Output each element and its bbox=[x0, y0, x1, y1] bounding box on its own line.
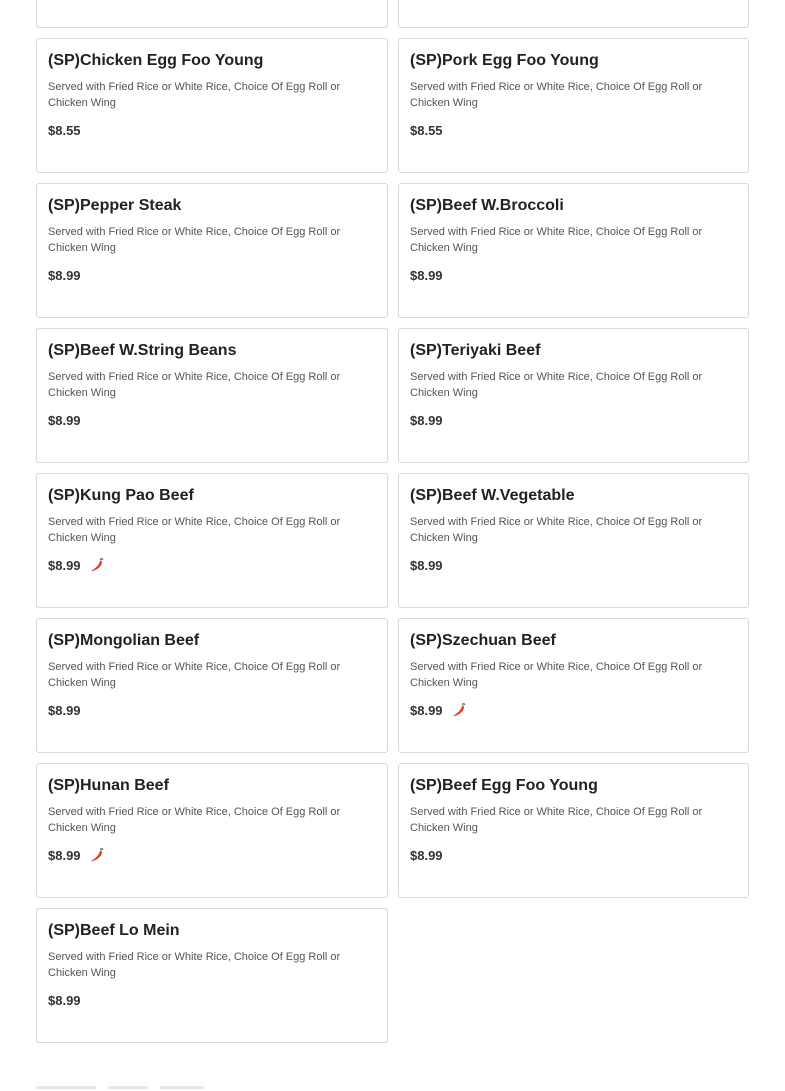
menu-item-card[interactable]: (SP)Mongolian Beef Served with Fried Ric… bbox=[36, 618, 388, 753]
footer-partial bbox=[36, 1086, 236, 1091]
menu-item-description: Served with Fried Rice or White Rice, Ch… bbox=[410, 661, 703, 689]
menu-item-description: Served with Fried Rice or White Rice, Ch… bbox=[48, 226, 341, 254]
menu-item-price-row: $8.99 bbox=[48, 267, 376, 283]
chili-pepper-icon bbox=[451, 702, 467, 718]
menu-item-name: (SP)Kung Pao Beef bbox=[48, 487, 194, 504]
menu-item-price-row: $8.99 bbox=[410, 267, 737, 283]
menu-item-price: $8.99 bbox=[48, 412, 81, 428]
menu-item-price: $8.99 bbox=[48, 557, 81, 573]
menu-item-description: Served with Fried Rice or White Rice, Ch… bbox=[48, 951, 341, 979]
menu-item-card[interactable]: (SP)Pepper Steak Served with Fried Rice … bbox=[36, 183, 388, 318]
menu-item-price-row: $8.55 bbox=[410, 122, 737, 138]
menu-item-price: $8.99 bbox=[410, 412, 443, 428]
menu-item-name: (SP)Beef W.String Beans bbox=[48, 342, 237, 359]
menu-item-name: (SP)Beef Lo Mein bbox=[48, 922, 180, 939]
menu-item-name: (SP)Chicken Egg Foo Young bbox=[48, 52, 264, 69]
menu-item-card[interactable]: (SP)Pork Egg Foo Young Served with Fried… bbox=[398, 38, 749, 173]
menu-item-description: Served with Fried Rice or White Rice, Ch… bbox=[410, 81, 703, 109]
menu-item-price: $8.55 bbox=[48, 122, 81, 138]
menu-item-card[interactable]: Served with Fried Rice or White Rice, Ch… bbox=[398, 0, 749, 28]
menu-item-description: Served with Fried Rice or White Rice, Ch… bbox=[410, 516, 703, 544]
menu-item-price-row: $8.99 bbox=[48, 992, 376, 1008]
menu-item-price-row: $8.99 bbox=[410, 557, 737, 573]
menu-item-price-row: $8.99 bbox=[48, 702, 376, 718]
menu-item-card[interactable]: Served with Fried Rice or White Rice, Ch… bbox=[36, 0, 388, 28]
menu-item-description: Served with Fried Rice or White Rice, Ch… bbox=[48, 81, 341, 109]
menu-item-name: (SP)Beef W.Broccoli bbox=[410, 197, 564, 214]
menu-item-name: (SP)Hunan Beef bbox=[48, 777, 169, 794]
menu-item-price: $8.99 bbox=[410, 702, 443, 718]
menu-item-price-row: $8.99 bbox=[410, 847, 737, 863]
menu-item-price: $8.99 bbox=[48, 992, 81, 1008]
menu-item-price-row: $8.99 bbox=[48, 847, 376, 863]
menu-item-name: (SP)Beef Egg Foo Young bbox=[410, 777, 598, 794]
menu-item-price-row: $8.99 bbox=[48, 557, 376, 573]
menu-item-description: Served with Fried Rice or White Rice, Ch… bbox=[410, 806, 703, 834]
menu-item-description: Served with Fried Rice or White Rice, Ch… bbox=[48, 661, 341, 689]
menu-item-price: $8.55 bbox=[410, 122, 443, 138]
menu-item-price: $8.99 bbox=[48, 847, 81, 863]
menu-item-price: $8.99 bbox=[48, 702, 81, 718]
menu-item-price-row: $8.55 bbox=[48, 122, 376, 138]
menu-item-description: Served with Fried Rice or White Rice, Ch… bbox=[48, 371, 341, 399]
menu-item-card[interactable]: (SP)Beef Egg Foo Young Served with Fried… bbox=[398, 763, 749, 898]
menu-item-card[interactable]: (SP)Beef W.Broccoli Served with Fried Ri… bbox=[398, 183, 749, 318]
chili-pepper-icon bbox=[89, 847, 105, 863]
menu-item-price-row: $8.99 bbox=[410, 702, 737, 718]
menu-item-description: Served with Fried Rice or White Rice, Ch… bbox=[48, 806, 341, 834]
menu-item-price: $8.99 bbox=[48, 267, 81, 283]
menu-item-description: Served with Fried Rice or White Rice, Ch… bbox=[410, 371, 703, 399]
menu-item-card[interactable]: (SP)Szechuan Beef Served with Fried Rice… bbox=[398, 618, 749, 753]
menu-item-card[interactable]: (SP)Kung Pao Beef Served with Fried Rice… bbox=[36, 473, 388, 608]
menu-item-card[interactable]: (SP)Beef W.String Beans Served with Frie… bbox=[36, 328, 388, 463]
menu-item-name: (SP)Szechuan Beef bbox=[410, 632, 556, 649]
menu-item-price-row: $8.99 bbox=[48, 412, 376, 428]
menu-item-description: Served with Fried Rice or White Rice, Ch… bbox=[48, 516, 341, 544]
menu-item-name: (SP)Beef W.Vegetable bbox=[410, 487, 575, 504]
menu-item-card[interactable]: (SP)Teriyaki Beef Served with Fried Rice… bbox=[398, 328, 749, 463]
menu-item-card[interactable]: (SP)Chicken Egg Foo Young Served with Fr… bbox=[36, 38, 388, 173]
menu-item-name: (SP)Pork Egg Foo Young bbox=[410, 52, 599, 69]
menu-item-price: $8.99 bbox=[410, 267, 443, 283]
menu-items-grid: Served with Fried Rice or White Rice, Ch… bbox=[36, 0, 749, 1043]
chili-pepper-icon bbox=[89, 557, 105, 573]
menu-item-description: Served with Fried Rice or White Rice, Ch… bbox=[410, 226, 703, 254]
menu-item-price: $8.99 bbox=[410, 847, 443, 863]
menu-item-card[interactable]: (SP)Beef Lo Mein Served with Fried Rice … bbox=[36, 908, 388, 1043]
menu-item-name: (SP)Mongolian Beef bbox=[48, 632, 200, 649]
menu-item-card[interactable]: (SP)Beef W.Vegetable Served with Fried R… bbox=[398, 473, 749, 608]
menu-item-price-row: $8.99 bbox=[410, 412, 737, 428]
menu-item-name: (SP)Pepper Steak bbox=[48, 197, 182, 214]
menu-item-price: $8.99 bbox=[410, 557, 443, 573]
menu-item-card[interactable]: (SP)Hunan Beef Served with Fried Rice or… bbox=[36, 763, 388, 898]
menu-item-name: (SP)Teriyaki Beef bbox=[410, 342, 541, 359]
